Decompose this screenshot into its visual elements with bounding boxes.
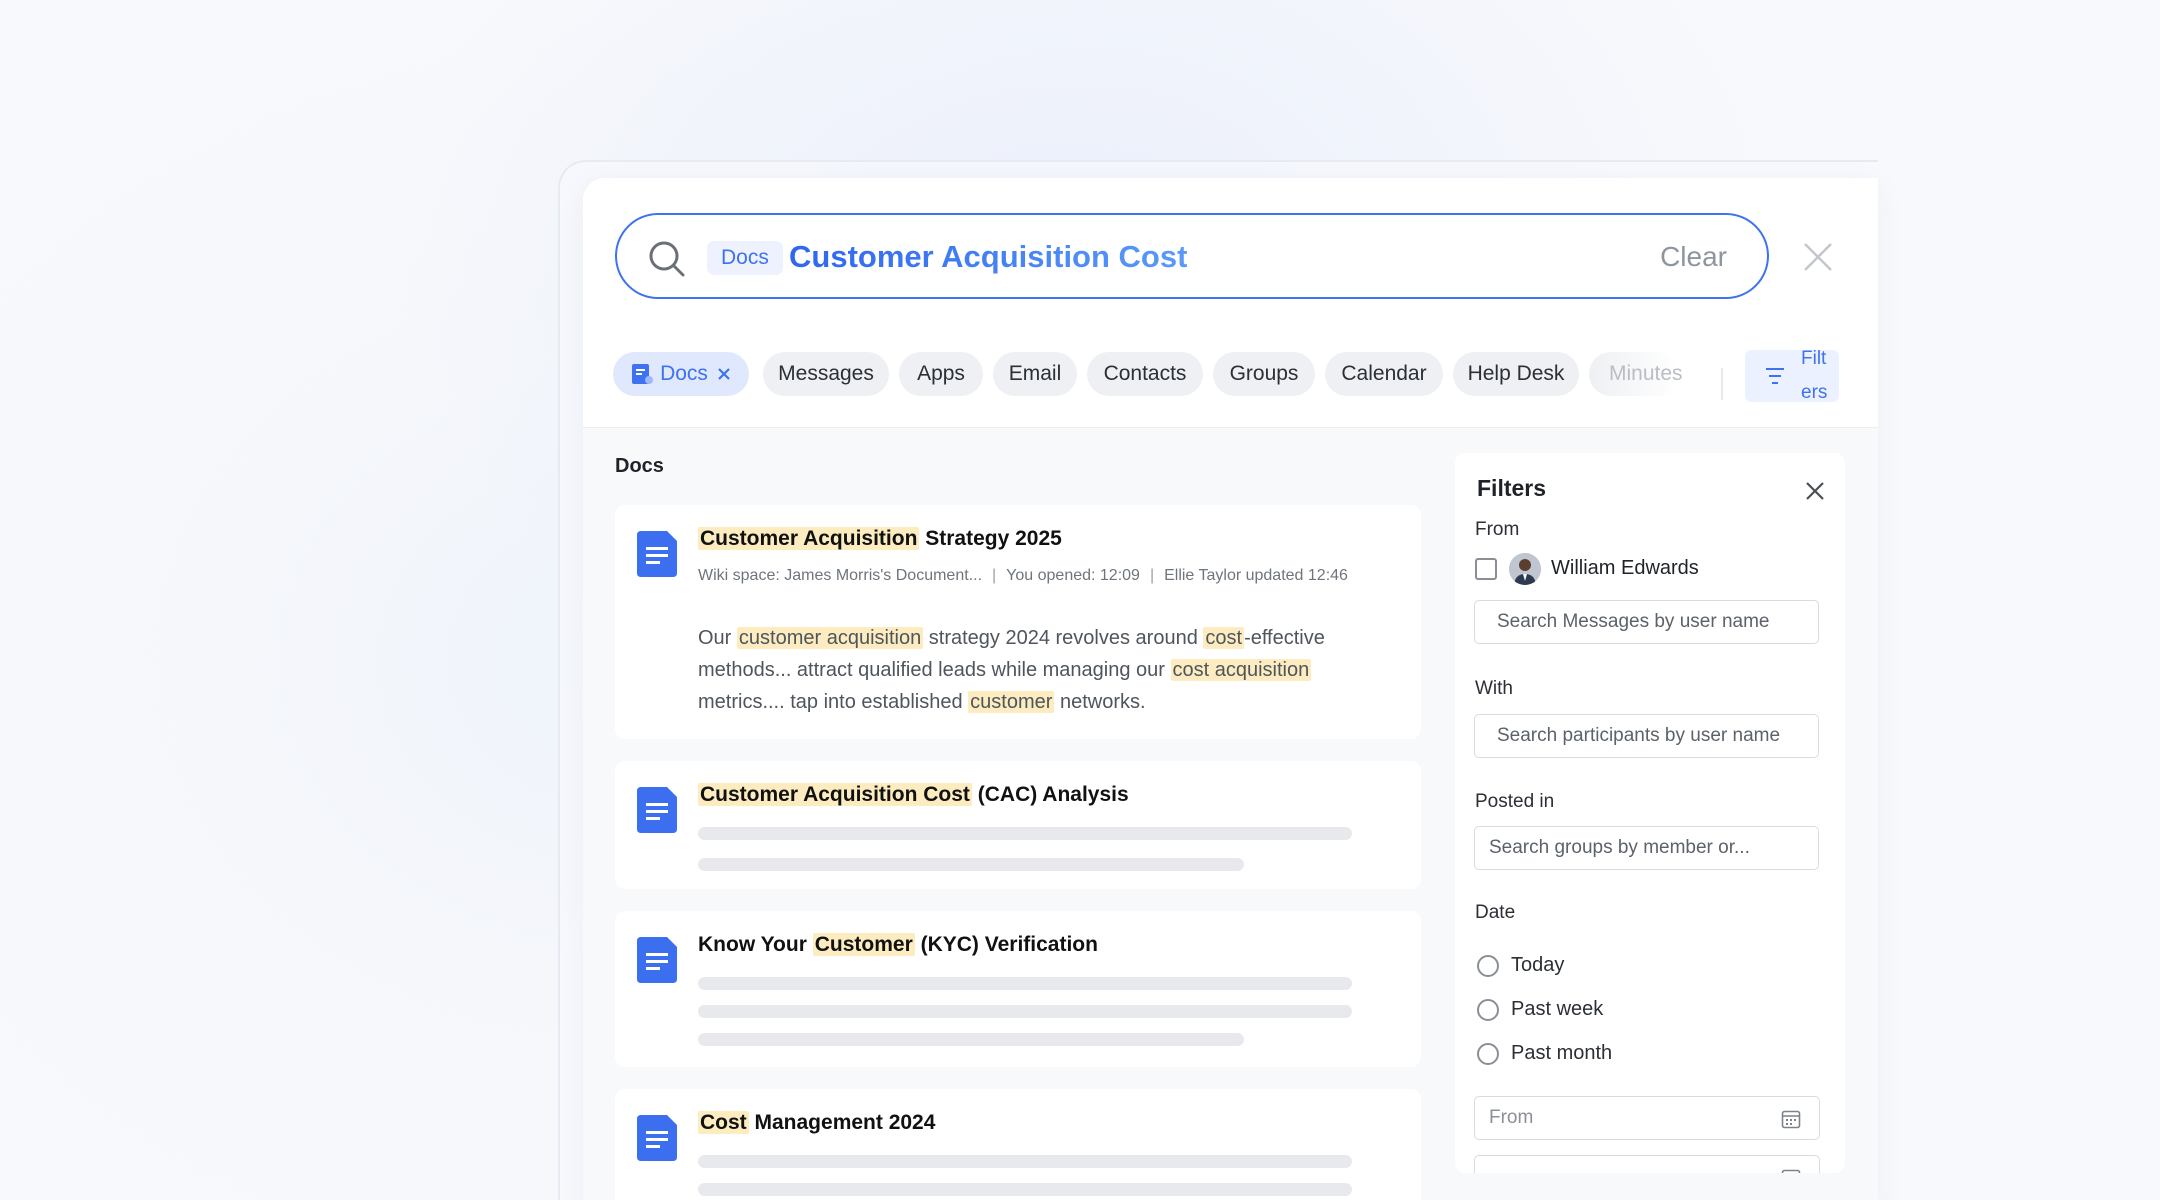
tabs-divider [1721, 368, 1723, 400]
results-section-title: Docs [615, 455, 664, 477]
text-segment: Management 2024 [748, 1111, 936, 1134]
doc-title[interactable]: Customer Acquisition Cost (CAC) Analysis [698, 783, 1129, 807]
search-box[interactable]: Docs Customer Acquisition Cost Clear [615, 213, 1769, 299]
tab-apps[interactable]: Apps [899, 352, 983, 396]
loading-placeholder [698, 827, 1352, 840]
tab-docs[interactable]: Docs [613, 352, 749, 396]
doc-result-card[interactable]: Customer Acquisition Cost (CAC) Analysis [615, 761, 1421, 889]
filter-icon [1766, 368, 1784, 384]
loading-placeholder [698, 858, 1244, 871]
text-segment: Know Your [698, 933, 813, 956]
search-scope-chip[interactable]: Docs [707, 241, 783, 275]
posted-in-search-input[interactable]: Search groups by member or... [1474, 826, 1819, 870]
text-segment: (CAC) Analysis [971, 783, 1129, 806]
search-input[interactable]: Customer Acquisition Cost [789, 235, 1187, 279]
tab-minutes[interactable]: Minutes [1589, 352, 1683, 396]
filters-button-label: Filters [1801, 350, 1828, 402]
doc-title[interactable]: Cost Management 2024 [698, 1111, 935, 1135]
search-highlight: Customer Acquisition Cost [698, 783, 972, 806]
date-option-label[interactable]: Today [1511, 954, 1564, 977]
user-avatar-icon [1509, 553, 1541, 585]
text-segment: Strategy 2025 [919, 527, 1062, 550]
search-highlight: customer acquisition [736, 627, 924, 649]
tab-email[interactable]: Email [993, 352, 1077, 396]
with-label: With [1475, 678, 1513, 699]
doc-result-card[interactable]: Cost Management 2024 [615, 1089, 1421, 1200]
search-icon [649, 241, 685, 277]
close-filters-icon[interactable] [1805, 481, 1825, 501]
text-segment: metrics.... tap into established [698, 691, 969, 713]
search-highlight: cost acquisition [1170, 659, 1312, 681]
doc-meta: Wiki space: James Morris's Document... | Y… [698, 567, 1348, 584]
search-highlight: Cost [698, 1111, 749, 1134]
from-user-name[interactable]: William Edwards [1551, 557, 1699, 580]
filters-panel: Filters From William Edwards Search Mess… [1455, 453, 1845, 1173]
calendar-icon[interactable] [1781, 1109, 1801, 1129]
tab-calendar[interactable]: Calendar [1325, 352, 1443, 396]
date-to-input[interactable] [1474, 1155, 1820, 1173]
search-header: Docs Customer Acquisition Cost Clear Doc… [583, 178, 1878, 428]
doc-title[interactable]: Customer Acquisition Strategy 2025 [698, 527, 1062, 551]
document-icon [637, 937, 677, 983]
doc-result-card[interactable]: Customer Acquisition Strategy 2025 Wiki … [615, 505, 1421, 739]
with-search-input[interactable]: Search participants by user name [1474, 714, 1819, 758]
docs-icon [632, 364, 654, 384]
tab-groups[interactable]: Groups [1213, 352, 1315, 396]
from-label: From [1475, 519, 1520, 540]
date-radio-today[interactable] [1477, 955, 1499, 977]
from-search-input[interactable]: Search Messages by user name [1474, 600, 1819, 644]
loading-placeholder [698, 1155, 1352, 1168]
from-user-checkbox[interactable] [1475, 558, 1497, 580]
close-icon[interactable] [1801, 240, 1835, 274]
loading-placeholder [698, 1183, 1352, 1196]
search-highlight: Customer Acquisition [698, 527, 920, 550]
text-segment: (KYC) Verification [914, 933, 1098, 956]
calendar-icon[interactable] [1781, 1168, 1801, 1173]
search-highlight: Customer [812, 933, 915, 956]
filters-title: Filters [1477, 475, 1547, 501]
loading-placeholder [698, 977, 1352, 990]
search-highlight: cost [1203, 627, 1245, 649]
loading-placeholder [698, 1033, 1244, 1046]
filters-button[interactable]: Filters [1745, 350, 1839, 402]
text-segment: strategy 2024 revolves around [923, 627, 1204, 649]
doc-snippet: Our customer acquisition strategy 2024 r… [698, 622, 1378, 718]
date-radio-past-month[interactable] [1477, 1043, 1499, 1065]
avatar [1509, 553, 1541, 585]
document-icon [637, 787, 677, 833]
date-option-label[interactable]: Past week [1511, 998, 1603, 1021]
text-segment: Our [698, 627, 737, 649]
tab-contacts[interactable]: Contacts [1087, 352, 1203, 396]
tab-messages[interactable]: Messages [763, 352, 889, 396]
category-tabs: Docs Messages Apps Email Contacts Groups… [613, 352, 1733, 396]
clear-button[interactable]: Clear [1660, 237, 1727, 277]
document-icon [637, 531, 677, 577]
search-highlight: customer [968, 691, 1055, 713]
date-option-label[interactable]: Past month [1511, 1042, 1612, 1065]
remove-filter-icon[interactable] [716, 366, 732, 382]
doc-title[interactable]: Know Your Customer (KYC) Verification [698, 933, 1098, 957]
date-label: Date [1475, 902, 1516, 923]
search-window: Docs Customer Acquisition Cost Clear Doc… [583, 178, 1878, 1200]
document-icon [637, 1115, 677, 1161]
date-radio-past-week[interactable] [1477, 999, 1499, 1021]
text-segment: networks. [1054, 691, 1146, 713]
doc-result-card[interactable]: Know Your Customer (KYC) Verification [615, 911, 1421, 1067]
date-from-input[interactable]: From [1474, 1096, 1820, 1140]
loading-placeholder [698, 1005, 1352, 1018]
tab-help-desk[interactable]: Help Desk [1453, 352, 1579, 396]
posted-in-label: Posted in [1475, 791, 1555, 812]
